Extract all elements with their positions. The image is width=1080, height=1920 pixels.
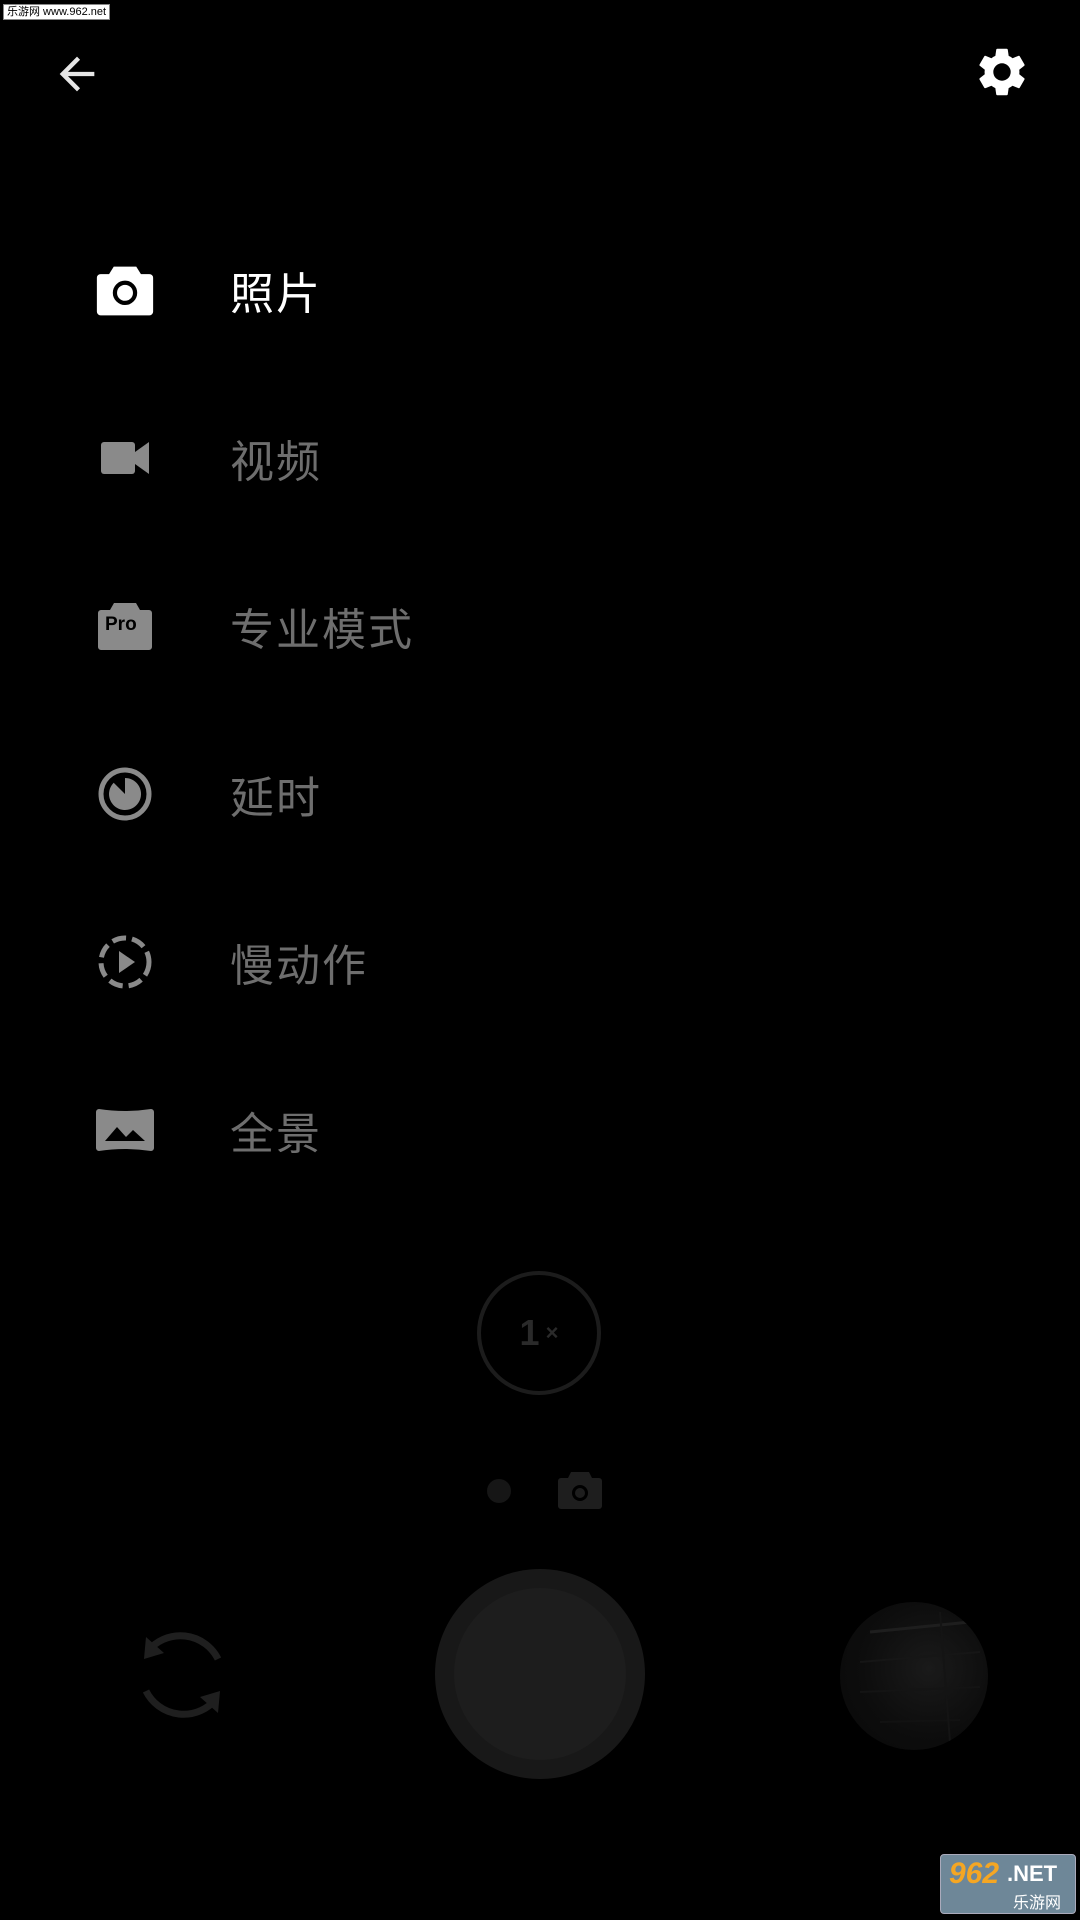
watermark-number: 962 [949, 1857, 1000, 1890]
mode-item-slow-motion[interactable]: 慢动作 [0, 902, 1080, 1022]
mode-item-pro[interactable]: Pro 专业模式 [0, 566, 1080, 686]
pro-camera-icon: Pro [95, 596, 155, 656]
arrow-back-icon [59, 56, 95, 92]
back-button[interactable] [37, 34, 117, 114]
mode-label-pro: 专业模式 [230, 605, 414, 656]
switch-camera-icon[interactable] [122, 1615, 242, 1735]
zoom-suffix: × [545, 1320, 559, 1345]
pro-badge-text: Pro [105, 614, 137, 635]
watermark-bottom: 962 .NET 乐游网 [940, 1854, 1076, 1914]
settings-button[interactable] [962, 32, 1042, 112]
mode-indicator-dot[interactable] [487, 1479, 511, 1503]
thumbnail-image [859, 1611, 981, 1743]
mode-item-panorama[interactable]: 全景 [0, 1070, 1080, 1190]
mode-item-photo[interactable]: 照片 [0, 230, 1080, 350]
panorama-icon [95, 1100, 155, 1160]
camera-mode-screen: 乐游网 www.962.net 照片 视频 Pro 专业模式 延时 慢动作 全景… [0, 0, 1080, 1920]
mode-label-timelapse: 延时 [230, 773, 322, 824]
mode-item-timelapse[interactable]: 延时 [0, 734, 1080, 854]
camera-icon [95, 260, 155, 320]
zoom-button[interactable]: 1 × [477, 1271, 601, 1395]
mode-item-video[interactable]: 视频 [0, 398, 1080, 518]
videocam-icon [95, 428, 155, 488]
slow-motion-icon [95, 932, 155, 992]
shutter-inner [454, 1588, 626, 1760]
gallery-thumbnail[interactable] [840, 1602, 988, 1750]
watermark-top: 乐游网 www.962.net [3, 4, 111, 20]
zoom-value: 1 [519, 1312, 540, 1353]
watermark-cn: 乐游网 [1013, 1893, 1062, 1912]
watermark-net: .NET [1007, 1861, 1058, 1886]
mode-label-video: 视频 [230, 437, 322, 488]
shutter-button[interactable] [435, 1569, 645, 1779]
mode-label-panorama: 全景 [230, 1109, 322, 1160]
timelapse-icon [95, 764, 155, 824]
mode-label-slow-motion: 慢动作 [230, 941, 368, 992]
gear-icon [979, 48, 1025, 96]
camera-mode-indicator-icon[interactable] [557, 1470, 603, 1510]
mode-label-photo: 照片 [230, 269, 322, 320]
